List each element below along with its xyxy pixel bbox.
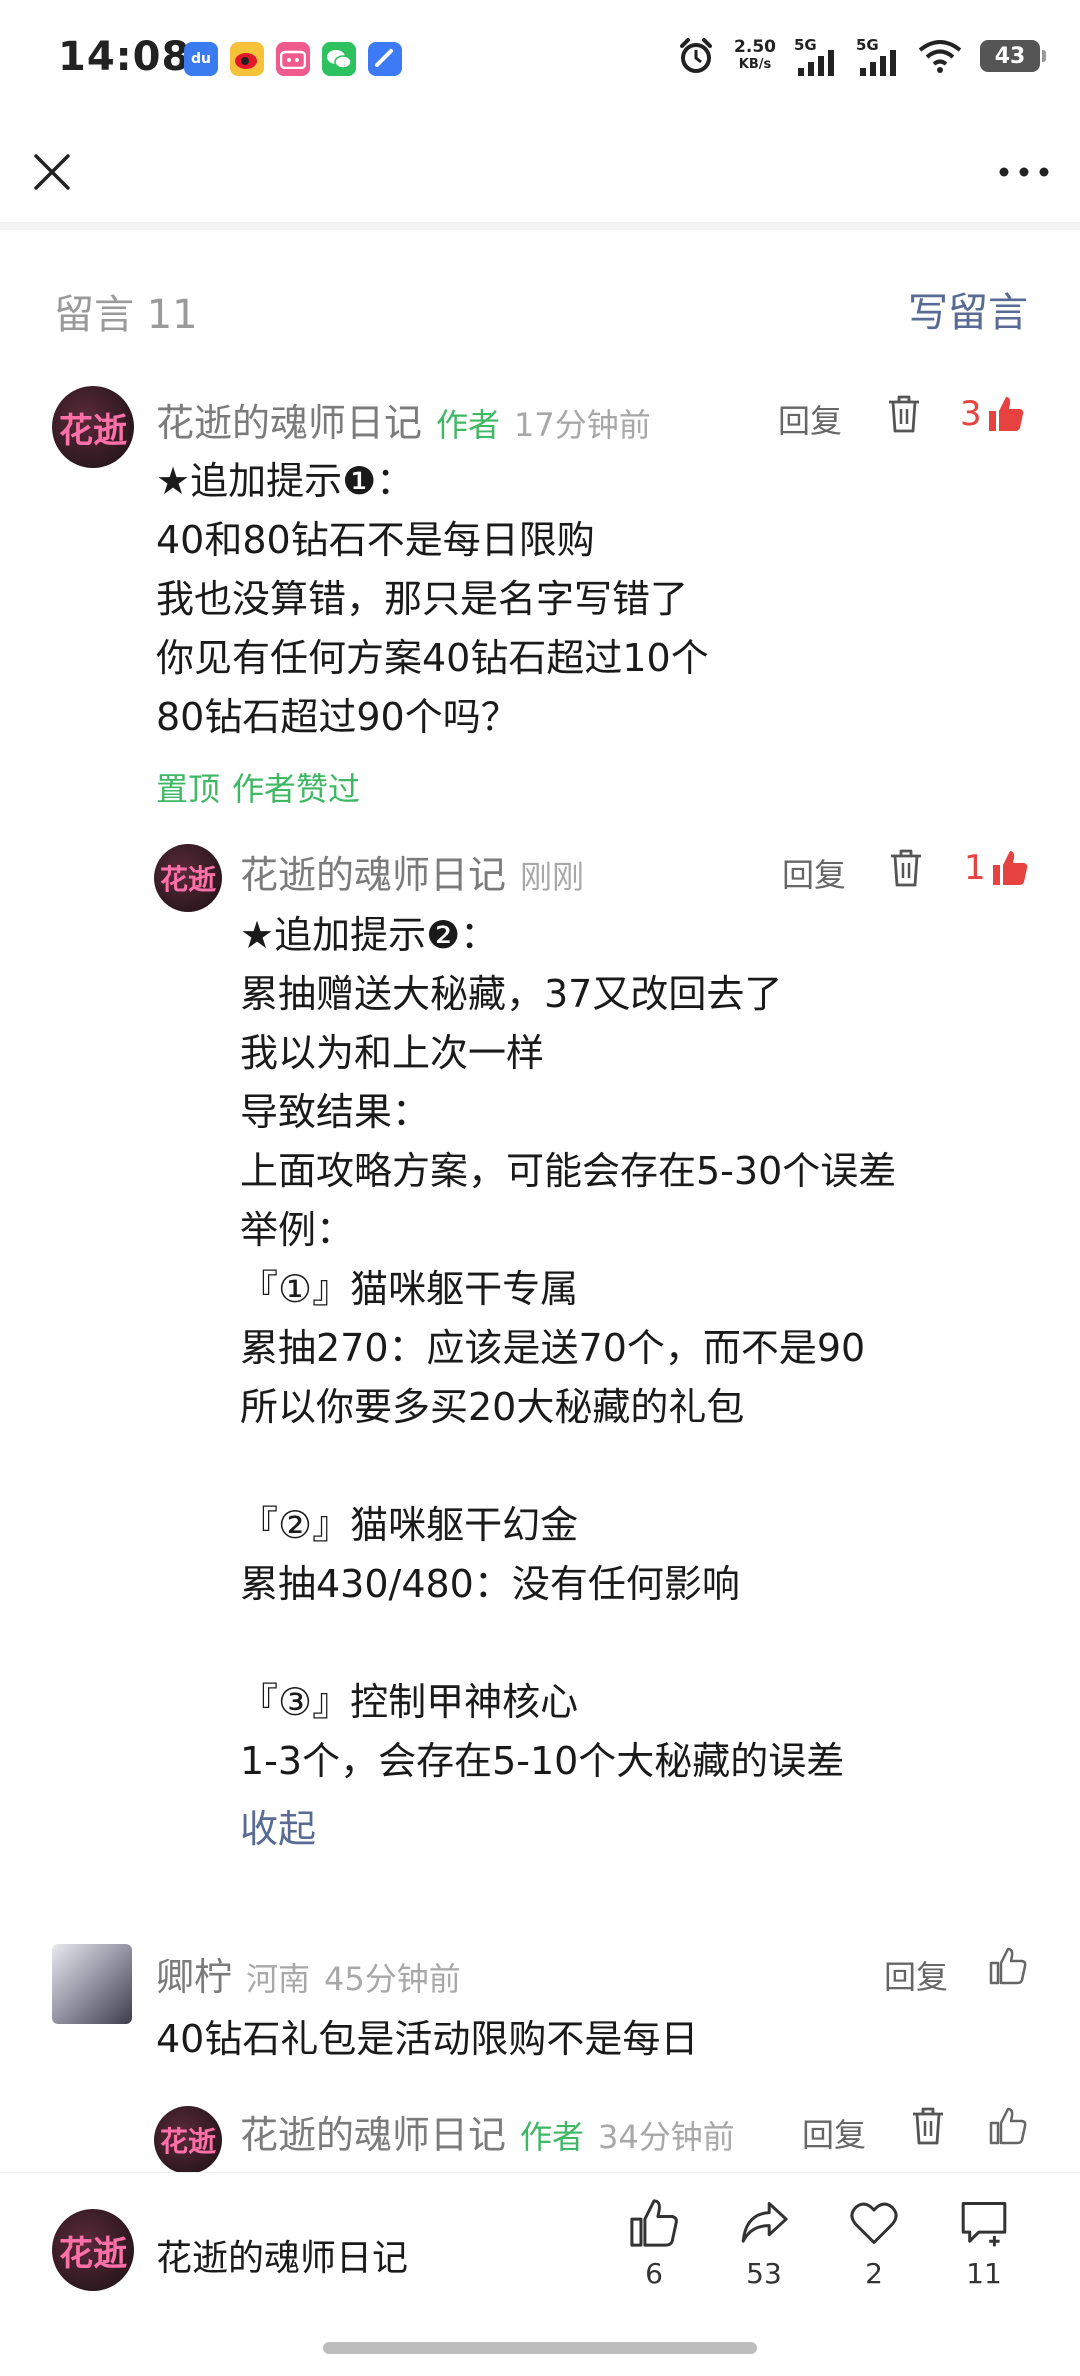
comment-time: 17分钟前 — [514, 406, 651, 444]
more-options-button[interactable] — [994, 152, 1054, 192]
like-count: 3 — [960, 394, 982, 434]
comment-add-icon — [961, 2202, 1007, 2247]
thumbs-up-filled-icon — [992, 851, 1027, 885]
collapse-button[interactable]: 收起 — [240, 1798, 316, 1853]
like-button[interactable]: 1 — [964, 848, 1030, 888]
comment-body: 40钻石礼包是活动限购不是每日 — [156, 2017, 699, 2061]
thumbs-up-icon — [630, 2199, 678, 2247]
status-time: 14:08 — [58, 34, 191, 80]
like-button[interactable] — [988, 1946, 1028, 1990]
favorite-count: 2 — [865, 2257, 883, 2290]
account-name[interactable]: 花逝的魂师日记 — [156, 2229, 408, 2281]
avatar[interactable] — [52, 1944, 132, 2024]
network-speed: 2.50 KB/s — [734, 38, 776, 74]
write-comment-button[interactable]: 写留言 — [908, 280, 1028, 338]
weibo-app-icon — [230, 42, 264, 76]
author-tag: 作者 — [520, 2118, 585, 2156]
wechat-app-icon — [322, 42, 356, 76]
reply-button[interactable]: 回复 — [778, 396, 842, 442]
reply-time: 34分钟前 — [598, 2118, 735, 2156]
like-button[interactable]: 3 — [960, 394, 1026, 434]
author-liked-tag: 作者赞过 — [232, 770, 361, 808]
like-article-count: 6 — [645, 2257, 663, 2290]
trash-icon — [913, 2107, 943, 2145]
bilibili-app-icon — [276, 42, 310, 76]
header-divider — [0, 222, 1080, 230]
delete-button[interactable] — [886, 394, 922, 438]
like-button[interactable] — [988, 2106, 1028, 2150]
wifi-icon — [918, 40, 962, 73]
pinned-tag: 置顶 — [156, 770, 221, 808]
avatar[interactable]: 花逝 — [154, 2106, 222, 2174]
comment-body: ★追加提示❶： 40和80钻石不是每日限购 我也没算错，那只是名字写错了 你见有… — [156, 459, 709, 739]
comment-author-name[interactable]: 花逝的魂师日记 — [156, 392, 422, 447]
thumbs-up-icon — [989, 1947, 1027, 1985]
like-count: 1 — [964, 848, 986, 888]
close-icon — [34, 154, 70, 190]
close-button[interactable] — [28, 148, 76, 196]
thumbs-up-filled-icon — [988, 397, 1023, 431]
reply-header: 花逝的魂师日记 作者 34分钟前 — [240, 2104, 735, 2159]
reply-button[interactable]: 回复 — [884, 1952, 948, 1998]
reply-time: 刚刚 — [520, 858, 585, 896]
account-avatar[interactable]: 花逝 — [52, 2209, 134, 2291]
status-indicators: 2.50 KB/s 5G 5G 43 — [676, 36, 1046, 76]
reply-button[interactable]: 回复 — [802, 2110, 866, 2156]
share-count: 53 — [746, 2257, 782, 2290]
signal-2: 5G — [856, 36, 900, 76]
comments-count: 留言 11 — [54, 292, 198, 338]
avatar[interactable]: 花逝 — [52, 386, 134, 468]
baidu-app-icon: du — [184, 42, 218, 76]
delete-button[interactable] — [888, 848, 924, 892]
network-speed-unit: KB/s — [738, 57, 772, 72]
comment-header: 卿柠 河南 45分钟前 — [156, 1946, 461, 2001]
avatar[interactable]: 花逝 — [154, 844, 222, 912]
like-article-button[interactable]: 6 — [609, 2197, 699, 2290]
browser-app-icon — [368, 42, 402, 76]
delete-button[interactable] — [910, 2106, 946, 2150]
comment-author-name[interactable]: 卿柠 — [156, 1946, 232, 2001]
network-speed-value: 2.50 — [734, 37, 776, 57]
battery-indicator: 43 — [980, 40, 1046, 72]
reply-body: ★追加提示❷： 累抽赠送大秘藏，37又改回去了 我以为和上次一样 导致结果： 上… — [240, 913, 897, 1783]
comment-time: 45分钟前 — [324, 1960, 461, 1998]
favorite-button[interactable]: 2 — [829, 2197, 919, 2290]
signal-bars-icon — [798, 50, 834, 76]
comment-button[interactable]: 11 — [939, 2197, 1029, 2290]
reply-button[interactable]: 回复 — [782, 850, 846, 896]
alarm-icon — [680, 38, 713, 73]
author-tag: 作者 — [436, 406, 501, 444]
signal-bars-icon — [860, 50, 896, 76]
share-button[interactable]: 53 — [719, 2197, 809, 2290]
signal-1: 5G — [794, 36, 838, 76]
comment-tags: 置顶 作者赞过 — [156, 764, 360, 810]
more-dots-icon — [999, 167, 1049, 177]
heart-icon — [850, 2202, 898, 2244]
reply-author-name[interactable]: 花逝的魂师日记 — [240, 844, 506, 899]
thumbs-up-icon — [989, 2107, 1027, 2145]
reply-header: 花逝的魂师日记 刚刚 — [240, 844, 584, 899]
comment-location: 河南 — [246, 1960, 311, 1998]
share-arrow-icon — [741, 2202, 788, 2243]
reply-author-name[interactable]: 花逝的魂师日记 — [240, 2104, 506, 2159]
trash-icon — [891, 849, 921, 887]
trash-icon — [889, 395, 919, 433]
comment-count: 11 — [966, 2257, 1002, 2290]
home-indicator[interactable] — [323, 2342, 757, 2354]
comment-header: 花逝的魂师日记 作者 17分钟前 — [156, 392, 651, 447]
